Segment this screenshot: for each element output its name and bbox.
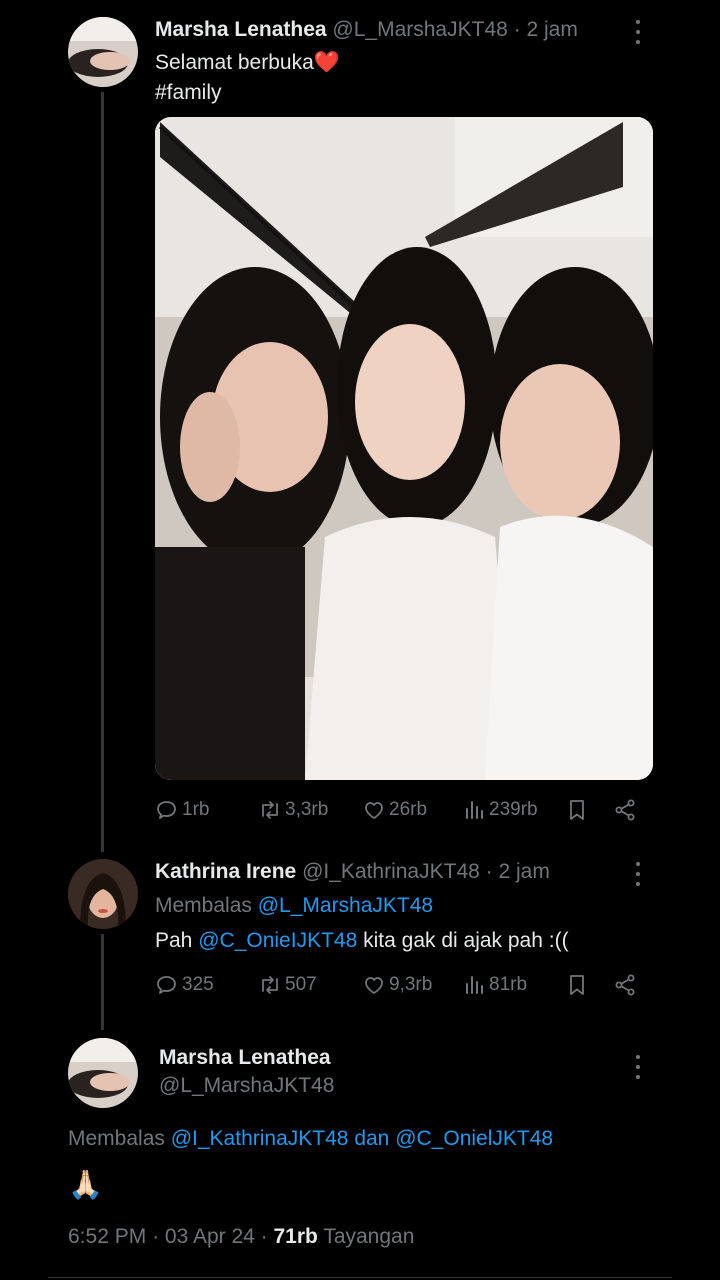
reply-count: 325 xyxy=(182,974,214,995)
views-total[interactable]: 71rb xyxy=(274,1225,318,1248)
views-icon xyxy=(466,801,483,819)
tweet-text: Selamat berbuka❤️ xyxy=(155,48,340,78)
share-icon xyxy=(615,974,635,996)
reply-mention[interactable]: @C_OnielJKT48 xyxy=(395,1127,553,1150)
handle[interactable]: @L_MarshaJKT48 xyxy=(159,1074,334,1098)
reply-prefix: Membalas xyxy=(68,1127,165,1150)
more-icon[interactable] xyxy=(635,862,641,886)
reply-icon xyxy=(157,801,176,819)
views-icon xyxy=(466,976,483,994)
tweet-actions: 325 507 9,3rb 81rb xyxy=(155,973,645,1003)
mention-link[interactable]: @C_OnieIJKT48 xyxy=(198,929,357,952)
reply-icon xyxy=(157,976,176,994)
avatar[interactable] xyxy=(68,859,138,929)
separator: · xyxy=(513,18,521,41)
views-count: 81rb xyxy=(489,974,528,995)
post-time[interactable]: 6:52 PM xyxy=(68,1225,146,1248)
divider xyxy=(48,1277,672,1278)
like-count: 26rb xyxy=(389,799,428,820)
avatar[interactable] xyxy=(68,1038,138,1108)
reply-button[interactable]: 1rb xyxy=(155,798,209,822)
separator: · xyxy=(485,860,493,883)
bookmark-icon xyxy=(570,975,584,995)
like-icon xyxy=(365,977,383,994)
reply-button[interactable]: 325 xyxy=(155,973,214,997)
tweet-body: Selamat berbuka xyxy=(155,51,314,74)
reply-mention[interactable]: @L_MarshaJKT48 xyxy=(258,894,433,917)
handle[interactable]: @I_KathrinaJKT48 xyxy=(302,860,480,883)
tweet-body-start: Pah xyxy=(155,929,193,952)
retweet-icon xyxy=(262,801,278,819)
share-button[interactable] xyxy=(613,973,637,997)
reply-context: Membalas @I_KathrinaJKT48 dan @C_OnielJK… xyxy=(68,1127,553,1151)
tweet-actions: 1rb 3,3rb 26rb 239rb xyxy=(155,798,645,828)
views-button[interactable]: 239rb xyxy=(462,798,538,822)
reply-joiner: dan xyxy=(354,1127,390,1150)
views-count: 239rb xyxy=(489,799,538,820)
like-button[interactable]: 9,3rb xyxy=(362,973,432,997)
avatar[interactable] xyxy=(68,17,138,87)
reply-mention[interactable]: @I_KathrinaJKT48 xyxy=(171,1127,349,1150)
handle[interactable]: @L_MarshaJKT48 xyxy=(332,18,507,41)
tweet-meta: 6:52 PM · 03 Apr 24 · 71rb Tayangan xyxy=(68,1225,414,1249)
timestamp[interactable]: 2 jam xyxy=(527,18,578,41)
display-name[interactable]: Marsha Lenathea xyxy=(159,1046,331,1070)
reply-prefix: Membalas xyxy=(155,894,252,917)
views-button[interactable]: 81rb xyxy=(462,973,527,997)
hashtag-link[interactable]: #family xyxy=(155,78,222,108)
share-icon xyxy=(615,799,635,821)
tweet-body-end: kita gak di ajak pah :(( xyxy=(363,929,569,952)
retweet-button[interactable]: 3,3rb xyxy=(258,798,328,822)
display-name[interactable]: Kathrina Irene xyxy=(155,860,296,883)
retweet-icon xyxy=(262,976,278,994)
tweet-photo[interactable] xyxy=(155,117,653,780)
reply-context: Membalas @L_MarshaJKT48 xyxy=(155,894,433,918)
views-label: Tayangan xyxy=(323,1225,415,1248)
display-name[interactable]: Marsha Lenathea xyxy=(155,18,327,41)
post-date[interactable]: 03 Apr 24 xyxy=(165,1225,255,1248)
separator: · xyxy=(152,1225,160,1248)
thread-line xyxy=(101,934,104,1030)
more-icon[interactable] xyxy=(635,1055,641,1079)
tweet-header: Kathrina Irene @I_KathrinaJKT48 · 2 jam xyxy=(155,860,550,884)
retweet-button[interactable]: 507 xyxy=(258,973,317,997)
retweet-count: 3,3rb xyxy=(285,799,329,820)
bookmark-icon xyxy=(570,800,584,820)
share-button[interactable] xyxy=(613,798,637,822)
more-icon[interactable] xyxy=(635,20,641,44)
like-icon xyxy=(365,802,383,819)
tweet-text: 🙏🏻 xyxy=(68,1169,103,1200)
reply-count: 1rb xyxy=(182,799,210,820)
tweet-header: Marsha Lenathea @L_MarshaJKT48 · 2 jam xyxy=(155,18,578,42)
thread-line xyxy=(101,92,104,852)
like-button[interactable]: 26rb xyxy=(362,798,427,822)
retweet-count: 507 xyxy=(285,974,317,995)
timestamp[interactable]: 2 jam xyxy=(499,860,550,883)
tweet-text: Pah @C_OnieIJKT48 kita gak di ajak pah :… xyxy=(155,926,569,956)
separator: · xyxy=(260,1225,268,1248)
like-count: 9,3rb xyxy=(389,974,433,995)
bookmark-button[interactable] xyxy=(565,973,589,997)
bookmark-button[interactable] xyxy=(565,798,589,822)
heart-emoji: ❤️ xyxy=(313,51,340,74)
